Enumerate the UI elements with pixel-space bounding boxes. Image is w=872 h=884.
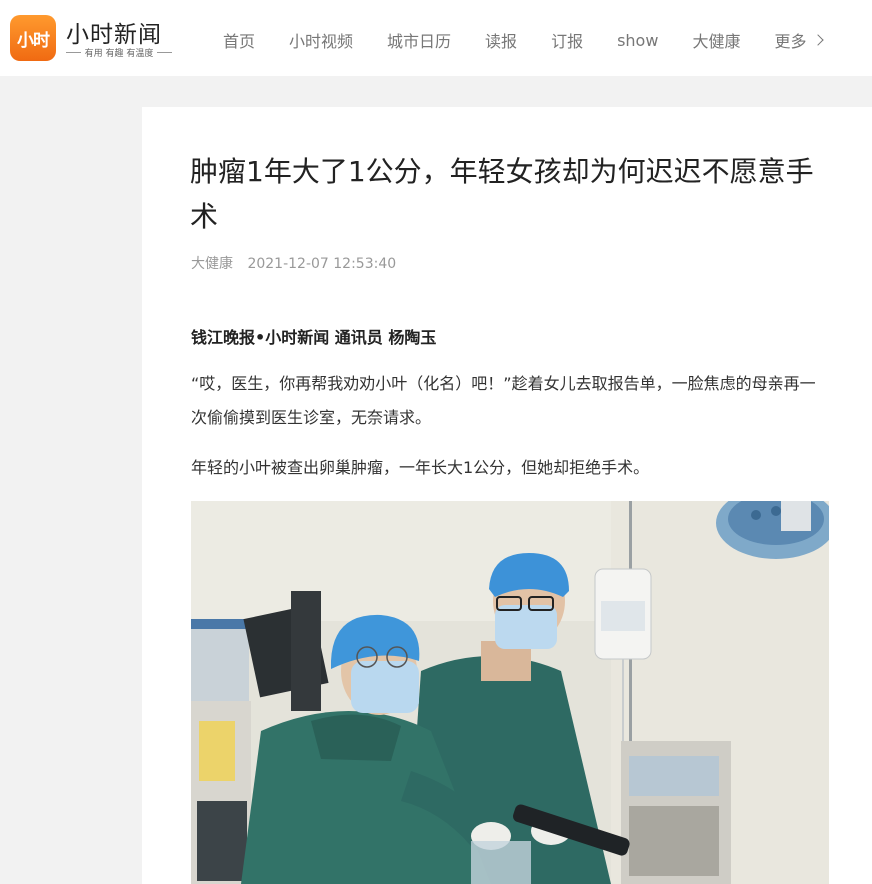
nav-item-home[interactable]: 首页 xyxy=(223,28,255,52)
article-byline: 钱江晚报•小时新闻 通讯员 杨陶玉 xyxy=(191,328,437,347)
article-card: 肿瘤1年大了1公分，年轻女孩却为何迟迟不愿意手术 大健康 2021-12-07 … xyxy=(142,107,872,884)
nav-more-label: 更多 xyxy=(774,32,807,51)
article-paragraph: “哎，医生，你再帮我劝劝小叶（化名）吧！”趁着女儿去取报告单，一脸焦虑的母亲再一… xyxy=(191,374,816,427)
article-meta: 大健康 2021-12-07 12:53:40 xyxy=(191,253,396,273)
surgery-photo-illustration xyxy=(191,501,829,884)
main-nav: 首页 小时视频 城市日历 读报 订报 show 大健康 更多 xyxy=(206,28,839,52)
brand-slogan: 有用 有趣 有温度 xyxy=(66,46,173,59)
nav-item-show[interactable]: show xyxy=(617,31,658,50)
brand-slogan-text: 有用 有趣 有温度 xyxy=(84,49,154,59)
article-datetime: 2021-12-07 12:53:40 xyxy=(247,256,397,272)
brand-logo-text: 小时 xyxy=(17,30,50,51)
nav-item-video[interactable]: 小时视频 xyxy=(289,28,353,52)
article-photo xyxy=(191,501,829,884)
nav-item-city-calendar[interactable]: 城市日历 xyxy=(387,28,451,52)
brand-name[interactable]: 小时新闻 xyxy=(66,15,162,49)
slogan-divider-right xyxy=(157,52,173,53)
nav-item-more[interactable]: 更多 xyxy=(774,28,825,52)
chevron-right-icon xyxy=(812,34,825,46)
article-paragraph: 年轻的小叶被查出卵巢肿瘤，一年长大1公分，但她却拒绝手术。 xyxy=(191,458,650,477)
brand-logo[interactable]: 小时 xyxy=(10,15,56,61)
nav-item-subscribe[interactable]: 订报 xyxy=(551,28,583,52)
article-category[interactable]: 大健康 xyxy=(191,256,233,272)
top-header: 小时 小时新闻 有用 有趣 有温度 首页 小时视频 城市日历 读报 订报 sho… xyxy=(0,0,872,76)
nav-item-health[interactable]: 大健康 xyxy=(692,28,740,52)
article-title: 肿瘤1年大了1公分，年轻女孩却为何迟迟不愿意手术 xyxy=(190,155,814,233)
nav-item-read-paper[interactable]: 读报 xyxy=(485,28,517,52)
slogan-divider-left xyxy=(66,52,81,53)
